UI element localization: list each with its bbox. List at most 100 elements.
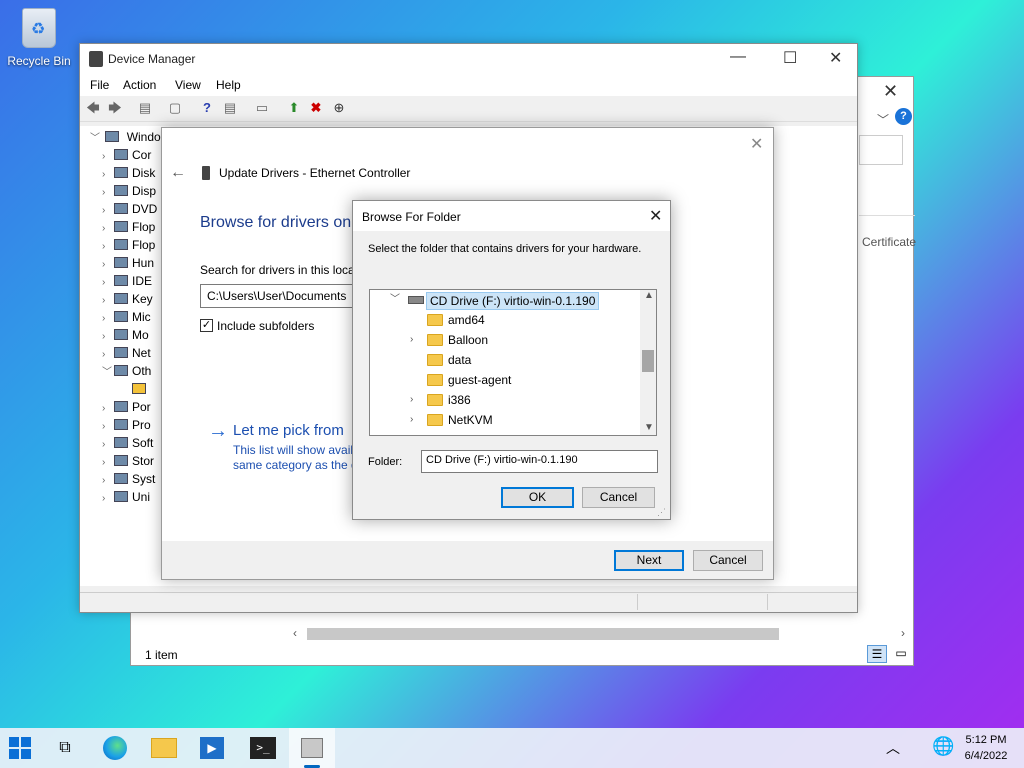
device-category[interactable]: ﹀ Oth: [102, 362, 151, 380]
vertical-scrollbar[interactable]: ▲ ▼: [640, 290, 656, 435]
tree-node-folder[interactable]: › NetKVM: [370, 410, 640, 430]
back-arrow-icon[interactable]: ←: [170, 164, 186, 182]
dialog-description: Select the folder that contains drivers …: [368, 243, 642, 255]
tree-node-folder[interactable]: › Balloon: [370, 330, 640, 350]
browse-cancel-button[interactable]: Cancel: [582, 487, 655, 508]
help-icon[interactable]: ?: [895, 108, 912, 125]
large-icons-view-icon[interactable]: ▭: [891, 645, 911, 663]
help-icon[interactable]: ?: [197, 99, 217, 117]
scroll-right-icon[interactable]: ›: [901, 626, 905, 640]
device-icon: [114, 185, 128, 196]
terminal-icon[interactable]: >_: [250, 737, 276, 759]
tree-root[interactable]: ﹀ Windo: [90, 128, 161, 146]
forward-icon[interactable]: 🡆: [105, 99, 125, 117]
device-category[interactable]: › Uni: [102, 488, 150, 506]
device-category-label: Flop: [132, 220, 156, 234]
update-driver-icon[interactable]: ⬆: [284, 99, 304, 117]
collapse-icon[interactable]: ﹀: [102, 364, 114, 382]
include-subfolders-label[interactable]: Include subfolders: [217, 319, 314, 333]
menu-help[interactable]: Help: [216, 78, 241, 92]
device-icon: [114, 347, 128, 358]
warning-device-icon: [132, 383, 146, 394]
expand-icon[interactable]: ›: [410, 330, 422, 350]
tree-node-folder[interactable]: › i386: [370, 390, 640, 410]
device-category-label: Flop: [132, 238, 156, 252]
device-category[interactable]: › Flop: [102, 218, 155, 236]
tree-node-folder[interactable]: guest-agent: [370, 370, 640, 390]
network-globe-icon[interactable]: 🌐: [932, 736, 954, 757]
horizontal-scrollbar[interactable]: ‹ ›: [291, 625, 911, 643]
device-category[interactable]: › Net: [102, 344, 151, 362]
collapse-icon[interactable]: ﹀: [390, 290, 402, 310]
media-player-icon[interactable]: ▶: [200, 737, 224, 759]
tree-node-root[interactable]: ﹀ CD Drive (F:) virtio-win-0.1.190: [370, 290, 640, 310]
scroll-up-icon[interactable]: ▲: [644, 290, 654, 301]
browse-for-folder-dialog: Browse For Folder ✕ Select the folder th…: [352, 200, 671, 520]
uninstall-device-icon[interactable]: ✖: [306, 99, 326, 117]
action-pane-icon[interactable]: ▤: [220, 99, 240, 117]
device-category[interactable]: › Pro: [102, 416, 151, 434]
edge-browser-icon[interactable]: [103, 736, 127, 760]
search-location-label: Search for drivers in this locat: [200, 263, 359, 277]
device-category[interactable]: › Disk: [102, 164, 155, 182]
scroll-down-icon[interactable]: ▼: [644, 422, 654, 433]
scrollbar-thumb[interactable]: [642, 350, 654, 372]
resize-grip-icon[interactable]: ⋰: [657, 507, 666, 518]
ribbon-expand-icon[interactable]: ﹀: [877, 111, 889, 128]
file-explorer-icon[interactable]: [151, 738, 177, 758]
expand-icon[interactable]: ›: [410, 390, 422, 410]
device-category[interactable]: › Syst: [102, 470, 155, 488]
menu-action[interactable]: Action: [123, 78, 156, 92]
clock[interactable]: 5:12 PM 6/4/2022: [958, 732, 1014, 764]
folder-tree[interactable]: ﹀ CD Drive (F:) virtio-win-0.1.190 amd64…: [369, 289, 657, 436]
device-category[interactable]: › Disp: [102, 182, 156, 200]
device-category[interactable]: › DVD: [102, 200, 157, 218]
scroll-left-icon[interactable]: ‹: [293, 626, 297, 640]
device-category[interactable]: › Mic: [102, 308, 151, 326]
disable-device-icon[interactable]: ⊕: [329, 99, 349, 117]
expand-icon[interactable]: ›: [410, 410, 422, 430]
tree-node-folder[interactable]: amd64: [370, 310, 640, 330]
wizard-cancel-button[interactable]: Cancel: [693, 550, 763, 571]
back-icon[interactable]: 🡄: [83, 99, 103, 117]
device-category[interactable]: › Flop: [102, 236, 155, 254]
device-category[interactable]: › Hun: [102, 254, 154, 272]
minimize-button[interactable]: —: [730, 48, 746, 66]
explorer-close-button[interactable]: ✕: [883, 81, 898, 102]
recycle-bin-desktop-icon[interactable]: ♻ Recycle Bin: [6, 8, 72, 68]
explorer-search-box[interactable]: [859, 135, 903, 165]
device-category-label: Hun: [132, 256, 155, 270]
device-category[interactable]: [132, 380, 150, 398]
pick-from-list-link[interactable]: Let me pick from: [233, 422, 344, 439]
tree-node-folder[interactable]: data: [370, 350, 640, 370]
include-subfolders-checkbox[interactable]: ✓: [200, 319, 213, 332]
device-category[interactable]: › IDE: [102, 272, 152, 290]
device-category-label: Syst: [132, 472, 156, 486]
maximize-button[interactable]: ☐: [783, 48, 797, 68]
device-category[interactable]: › Cor: [102, 146, 151, 164]
task-view-icon[interactable]: ⧉: [51, 734, 79, 762]
device-category[interactable]: › Mo: [102, 326, 149, 344]
details-view-icon[interactable]: ☰: [867, 645, 887, 663]
browse-close-button[interactable]: ✕: [649, 206, 662, 226]
show-hidden-icons-icon[interactable]: ︿: [886, 738, 900, 758]
device-category[interactable]: › Key: [102, 290, 153, 308]
close-button[interactable]: ✕: [829, 48, 842, 68]
next-button[interactable]: Next: [614, 550, 684, 571]
device-category[interactable]: › Soft: [102, 434, 153, 452]
folder-input[interactable]: CD Drive (F:) virtio-win-0.1.190: [421, 450, 658, 473]
device-category[interactable]: › Por: [102, 398, 151, 416]
scrollbar-thumb[interactable]: [307, 628, 779, 640]
ok-button[interactable]: OK: [501, 487, 574, 508]
scan-hardware-icon[interactable]: ▭: [252, 99, 272, 117]
properties-icon[interactable]: ▢: [165, 99, 185, 117]
collapse-icon[interactable]: ﹀: [90, 130, 102, 148]
menu-view[interactable]: View: [175, 78, 201, 92]
wizard-close-button[interactable]: ✕: [750, 134, 763, 154]
show-hide-console-tree-icon[interactable]: ▤: [135, 99, 155, 117]
expand-icon[interactable]: ›: [102, 490, 114, 508]
device-category[interactable]: › Stor: [102, 452, 154, 470]
start-button[interactable]: [9, 737, 31, 759]
driver-path-input[interactable]: C:\Users\User\Documents: [200, 284, 360, 308]
menu-file[interactable]: File: [90, 78, 109, 92]
